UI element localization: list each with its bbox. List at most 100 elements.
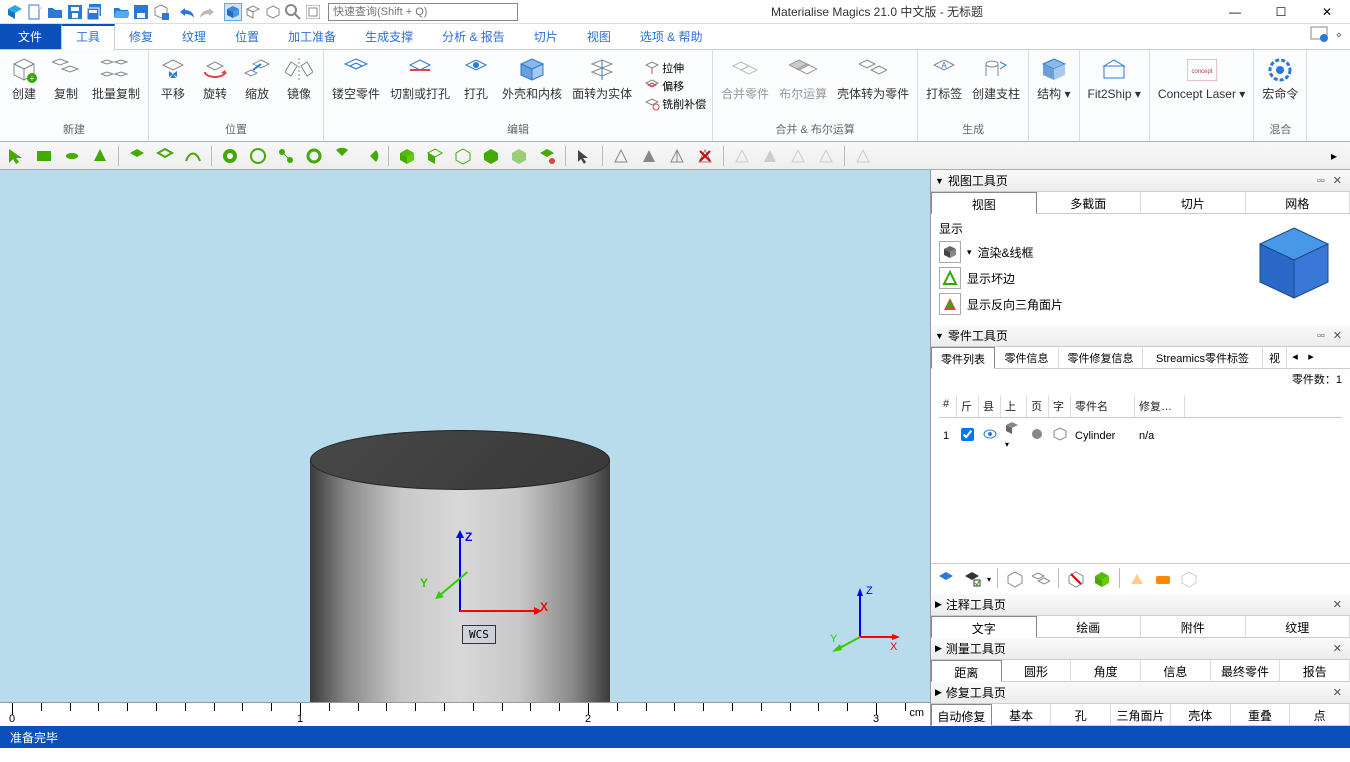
tab-options[interactable]: 选项 & 帮助 <box>626 24 718 49</box>
subtab-angle[interactable]: 角度 <box>1071 660 1141 681</box>
tri-sel2-icon[interactable] <box>637 144 661 168</box>
translate-button[interactable]: 平移 <box>153 52 193 119</box>
tri-h1-icon[interactable] <box>851 144 875 168</box>
scroll-right-icon[interactable]: ▸ <box>1322 144 1346 168</box>
save-all-icon[interactable] <box>86 3 104 21</box>
cut-punch-button[interactable]: 切割或打孔 <box>386 52 454 119</box>
pt-btn2-icon[interactable] <box>961 568 983 590</box>
shell-to-part-button[interactable]: 壳体转为零件 <box>833 52 913 119</box>
open-icon[interactable] <box>46 3 64 21</box>
subtab-texture[interactable]: 纹理 <box>1246 616 1350 637</box>
pt-btn6-icon[interactable] <box>1091 568 1113 590</box>
subtab-text[interactable]: 文字 <box>931 616 1037 638</box>
batch-copy-button[interactable]: 批量复制 <box>88 52 144 119</box>
sub-tab-right-icon[interactable]: ▸ <box>1303 347 1319 368</box>
sel-fan2-icon[interactable] <box>358 144 382 168</box>
subtab-slice[interactable]: 切片 <box>1141 192 1246 213</box>
create-button[interactable]: +创建 <box>4 52 44 119</box>
label-button[interactable]: A打标签 <box>922 52 966 119</box>
tab-slice[interactable]: 切片 <box>520 24 573 49</box>
tab-file[interactable]: 文件 <box>0 24 61 49</box>
subtab-attach[interactable]: 附件 <box>1141 616 1246 637</box>
pt-btn4-icon[interactable] <box>1030 568 1052 590</box>
pin-icon[interactable]: ▫▫ <box>1313 175 1329 187</box>
tab-repair[interactable]: 修复 <box>115 24 168 49</box>
macro-button[interactable]: 宏命令 <box>1258 52 1302 119</box>
cube-sel1-icon[interactable] <box>395 144 419 168</box>
mirror-button[interactable]: 镜像 <box>279 52 319 119</box>
maximize-button[interactable]: ☐ <box>1258 0 1304 24</box>
save-icon[interactable] <box>66 3 84 21</box>
subtab-part-list[interactable]: 零件列表 <box>931 347 995 369</box>
sel-curve-icon[interactable] <box>181 144 205 168</box>
close-button[interactable]: ✕ <box>1304 0 1350 24</box>
pin2-icon[interactable]: ▫▫ <box>1313 330 1329 342</box>
concept-laser-button[interactable]: conceptConcept Laser ▾ <box>1154 52 1249 135</box>
subtab-circle[interactable]: 圆形 <box>1002 660 1072 681</box>
fullscreen-icon[interactable] <box>304 3 322 21</box>
subtab-triangle[interactable]: 三角面片 <box>1111 704 1171 725</box>
punch-button[interactable]: 打孔 <box>456 52 496 119</box>
support-pillar-button[interactable]: 创建支柱 <box>968 52 1024 119</box>
row-visible-checkbox[interactable] <box>961 428 974 441</box>
sel-arrow-icon[interactable] <box>4 144 28 168</box>
panel2-close-icon[interactable]: ✕ <box>1329 329 1346 342</box>
hollow-button[interactable]: 镂空零件 <box>328 52 384 119</box>
pt-btn7-icon[interactable] <box>1126 568 1148 590</box>
part-save-icon[interactable] <box>152 3 170 21</box>
row-cube-icon[interactable] <box>1005 426 1019 438</box>
cube-sel3-icon[interactable] <box>451 144 475 168</box>
pt-btn1-icon[interactable] <box>935 568 957 590</box>
extrude-button[interactable]: 拉伸 <box>642 59 708 77</box>
pt-btn8-icon[interactable] <box>1152 568 1174 590</box>
part-tools-header[interactable]: ▼零件工具页▫▫✕ <box>931 325 1350 347</box>
measure-header[interactable]: ▶测量工具页✕ <box>931 638 1350 660</box>
subtab-view[interactable]: 视图 <box>931 192 1037 214</box>
subtab-hole[interactable]: 孔 <box>1051 704 1111 725</box>
minimize-button[interactable]: — <box>1212 0 1258 24</box>
tri-g3-icon[interactable] <box>786 144 810 168</box>
subtab-autofix[interactable]: 自动修复 <box>931 704 992 726</box>
rev-tri-button[interactable] <box>939 293 961 315</box>
new-icon[interactable] <box>26 3 44 21</box>
cube-sel5-icon[interactable] <box>507 144 531 168</box>
cube-sel4-icon[interactable] <box>479 144 503 168</box>
subtab-overlap[interactable]: 重叠 <box>1231 704 1291 725</box>
sel-lasso-icon[interactable] <box>60 144 84 168</box>
panel3-close-icon[interactable]: ✕ <box>1329 598 1346 611</box>
tri-g4-icon[interactable] <box>814 144 838 168</box>
rotate-button[interactable]: 旋转 <box>195 52 235 119</box>
subtab-distance[interactable]: 距离 <box>931 660 1002 682</box>
view-wire-icon[interactable] <box>244 3 262 21</box>
tri-sel3-icon[interactable] <box>665 144 689 168</box>
sel-ring-icon[interactable] <box>302 144 326 168</box>
subtab-multisection[interactable]: 多截面 <box>1037 192 1142 213</box>
tab-position[interactable]: 位置 <box>221 24 274 49</box>
view-tools-header[interactable]: ▼视图工具页▫▫✕ <box>931 170 1350 192</box>
zoom-icon[interactable] <box>284 3 302 21</box>
open-folder-icon[interactable] <box>112 3 130 21</box>
subtab-grid[interactable]: 网格 <box>1246 192 1350 213</box>
sel-shrink-icon[interactable] <box>246 144 270 168</box>
cube-sel6-icon[interactable] <box>535 144 559 168</box>
subtab-report[interactable]: 报告 <box>1280 660 1350 681</box>
settings-icon[interactable] <box>1310 26 1330 45</box>
view-cube-icon[interactable] <box>224 3 242 21</box>
subtab-streamics[interactable]: Streamics零件标签 <box>1143 347 1263 368</box>
tab-texture[interactable]: 纹理 <box>168 24 221 49</box>
panel5-close-icon[interactable]: ✕ <box>1329 686 1346 699</box>
subtab-basic[interactable]: 基本 <box>992 704 1052 725</box>
copy-button[interactable]: 复制 <box>46 52 86 119</box>
collapse-ribbon-icon[interactable]: ⋄ <box>1336 30 1342 41</box>
surf-to-solid-button[interactable]: 面转为实体 <box>568 52 636 119</box>
annotate-header[interactable]: ▶注释工具页✕ <box>931 594 1350 616</box>
pt-btn3-icon[interactable] <box>1004 568 1026 590</box>
tab-analyze[interactable]: 分析 & 报告 <box>428 24 520 49</box>
sel-grow-icon[interactable] <box>218 144 242 168</box>
subtab-shell[interactable]: 壳体 <box>1171 704 1231 725</box>
sel-poly-icon[interactable] <box>88 144 112 168</box>
sel-rect-icon[interactable] <box>32 144 56 168</box>
sel-shell-icon[interactable] <box>153 144 177 168</box>
subtab-final[interactable]: 最终零件 <box>1211 660 1281 681</box>
view-cube-preview[interactable] <box>1250 220 1338 308</box>
